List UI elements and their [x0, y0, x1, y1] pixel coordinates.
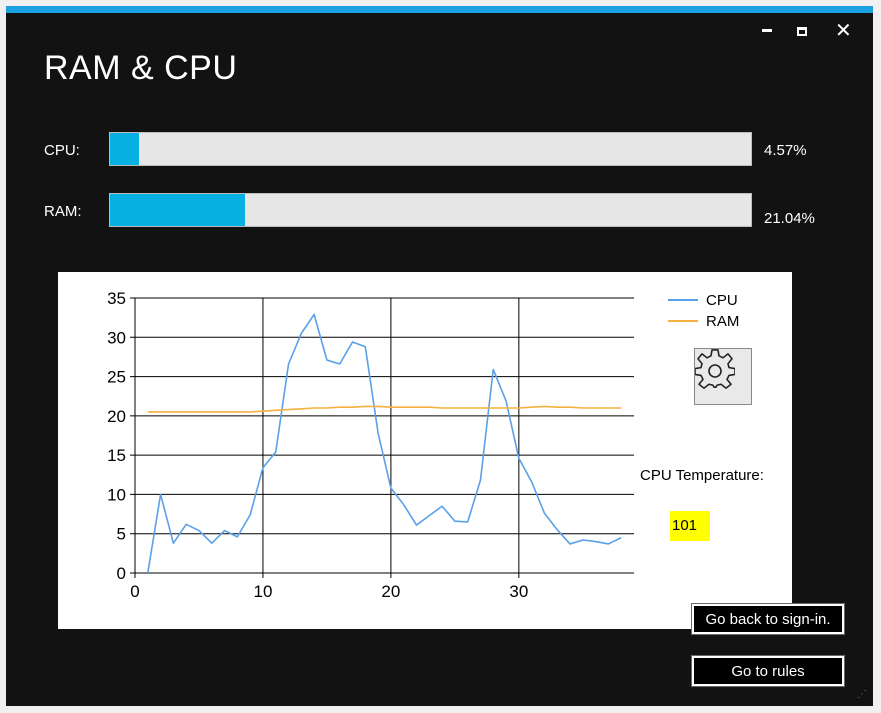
app-title: RAM & CPU: [44, 49, 238, 87]
cpu-label: CPU:: [44, 142, 80, 159]
close-button[interactable]: ✕: [835, 20, 852, 40]
cpu-progress-bar: [109, 132, 752, 166]
y-tick-label: 10: [107, 485, 126, 504]
ram-label: RAM:: [44, 203, 82, 220]
resize-grip[interactable]: ⋰: [857, 690, 867, 700]
y-tick-label: 25: [107, 368, 126, 387]
ram-percent: 21.04%: [764, 210, 815, 227]
cpu-temperature-value: 101: [670, 511, 710, 541]
series-line-ram: [147, 405, 622, 413]
legend-label-ram: RAM: [706, 313, 739, 330]
go-back-to-sign-in-button[interactable]: Go back to sign-in.: [691, 603, 845, 635]
cpu-temperature-label: CPU Temperature:: [640, 467, 764, 484]
y-tick-label: 35: [107, 289, 126, 308]
y-tick-label: 0: [117, 564, 126, 583]
ram-progress-bar: [109, 193, 752, 227]
x-tick-label: 10: [253, 582, 272, 601]
go-to-rules-button[interactable]: Go to rules: [691, 655, 845, 687]
x-tick-label: 30: [509, 582, 528, 601]
cpu-progress-fill: [110, 133, 140, 165]
ram-progress-fill: [110, 194, 245, 226]
x-tick-label: 0: [130, 582, 139, 601]
y-tick-label: 20: [107, 407, 126, 426]
y-tick-label: 30: [107, 328, 126, 347]
gear-icon: [695, 349, 735, 389]
minimize-button[interactable]: [762, 29, 772, 32]
cpu-percent: 4.57%: [764, 142, 807, 159]
y-tick-label: 15: [107, 446, 126, 465]
x-tick-label: 20: [381, 582, 400, 601]
usage-chart-panel: 0 5 10 15 20 25 30 35 0 10 20 30 CPU RAM CPU Temperat…: [58, 272, 792, 629]
settings-button[interactable]: [694, 348, 752, 405]
y-tick-label: 5: [117, 525, 126, 544]
maximize-button[interactable]: [797, 27, 807, 36]
app-window: ✕ RAM & CPU CPU: 4.57% RAM: 21.04% 0 5 10 1…: [6, 6, 873, 706]
series-line-cpu: [147, 313, 622, 574]
usage-line-chart: 0 5 10 15 20 25 30 35 0 10 20 30 CPU RAM: [107, 289, 739, 601]
legend-label-cpu: CPU: [706, 292, 738, 309]
